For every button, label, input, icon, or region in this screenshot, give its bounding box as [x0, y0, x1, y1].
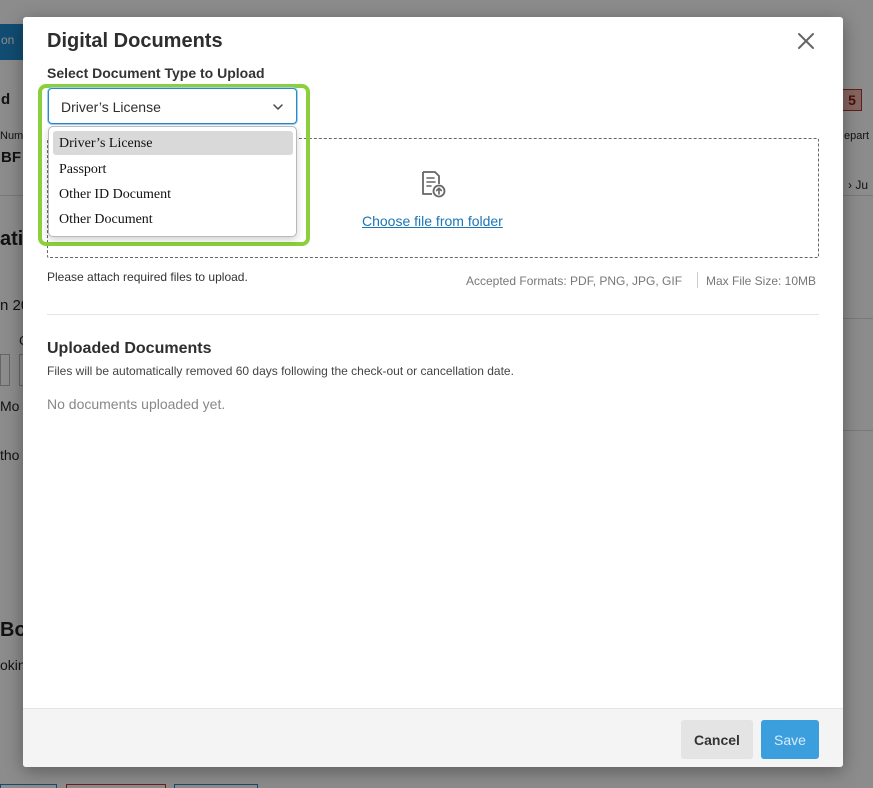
digital-documents-modal: Digital Documents Select Document Type t… — [23, 17, 843, 767]
chevron-down-icon — [273, 104, 283, 110]
empty-documents-message: No documents uploaded yet. — [47, 396, 226, 412]
document-type-label: Select Document Type to Upload — [47, 65, 265, 81]
uploaded-documents-subtitle: Files will be automatically removed 60 d… — [47, 364, 514, 378]
close-button[interactable] — [794, 29, 818, 53]
option-drivers-license[interactable]: Driver’s License — [53, 131, 293, 155]
file-upload-icon — [422, 171, 446, 198]
section-divider — [47, 314, 819, 315]
uploaded-documents-title: Uploaded Documents — [47, 340, 212, 357]
document-type-dropdown: Driver’s License Passport Other ID Docum… — [48, 126, 297, 237]
choose-file-link[interactable]: Choose file from folder — [362, 213, 503, 229]
modal-title: Digital Documents — [47, 30, 223, 52]
option-passport[interactable]: Passport — [53, 157, 293, 181]
select-value: Driver’s License — [61, 99, 161, 115]
attach-note: Please attach required files to upload. — [47, 270, 248, 284]
document-type-select[interactable]: Driver’s License — [48, 88, 297, 124]
close-icon — [798, 33, 814, 49]
cancel-button[interactable]: Cancel — [681, 720, 753, 759]
info-separator — [697, 272, 698, 288]
max-file-size: Max File Size: 10MB — [706, 274, 817, 288]
modal-footer: Cancel Save — [23, 708, 843, 767]
option-other-id-document[interactable]: Other ID Document — [53, 182, 293, 206]
save-button[interactable]: Save — [761, 720, 819, 759]
accepted-formats: Accepted Formats: PDF, PNG, JPG, GIF — [466, 274, 683, 288]
option-other-document[interactable]: Other Document — [53, 207, 293, 231]
